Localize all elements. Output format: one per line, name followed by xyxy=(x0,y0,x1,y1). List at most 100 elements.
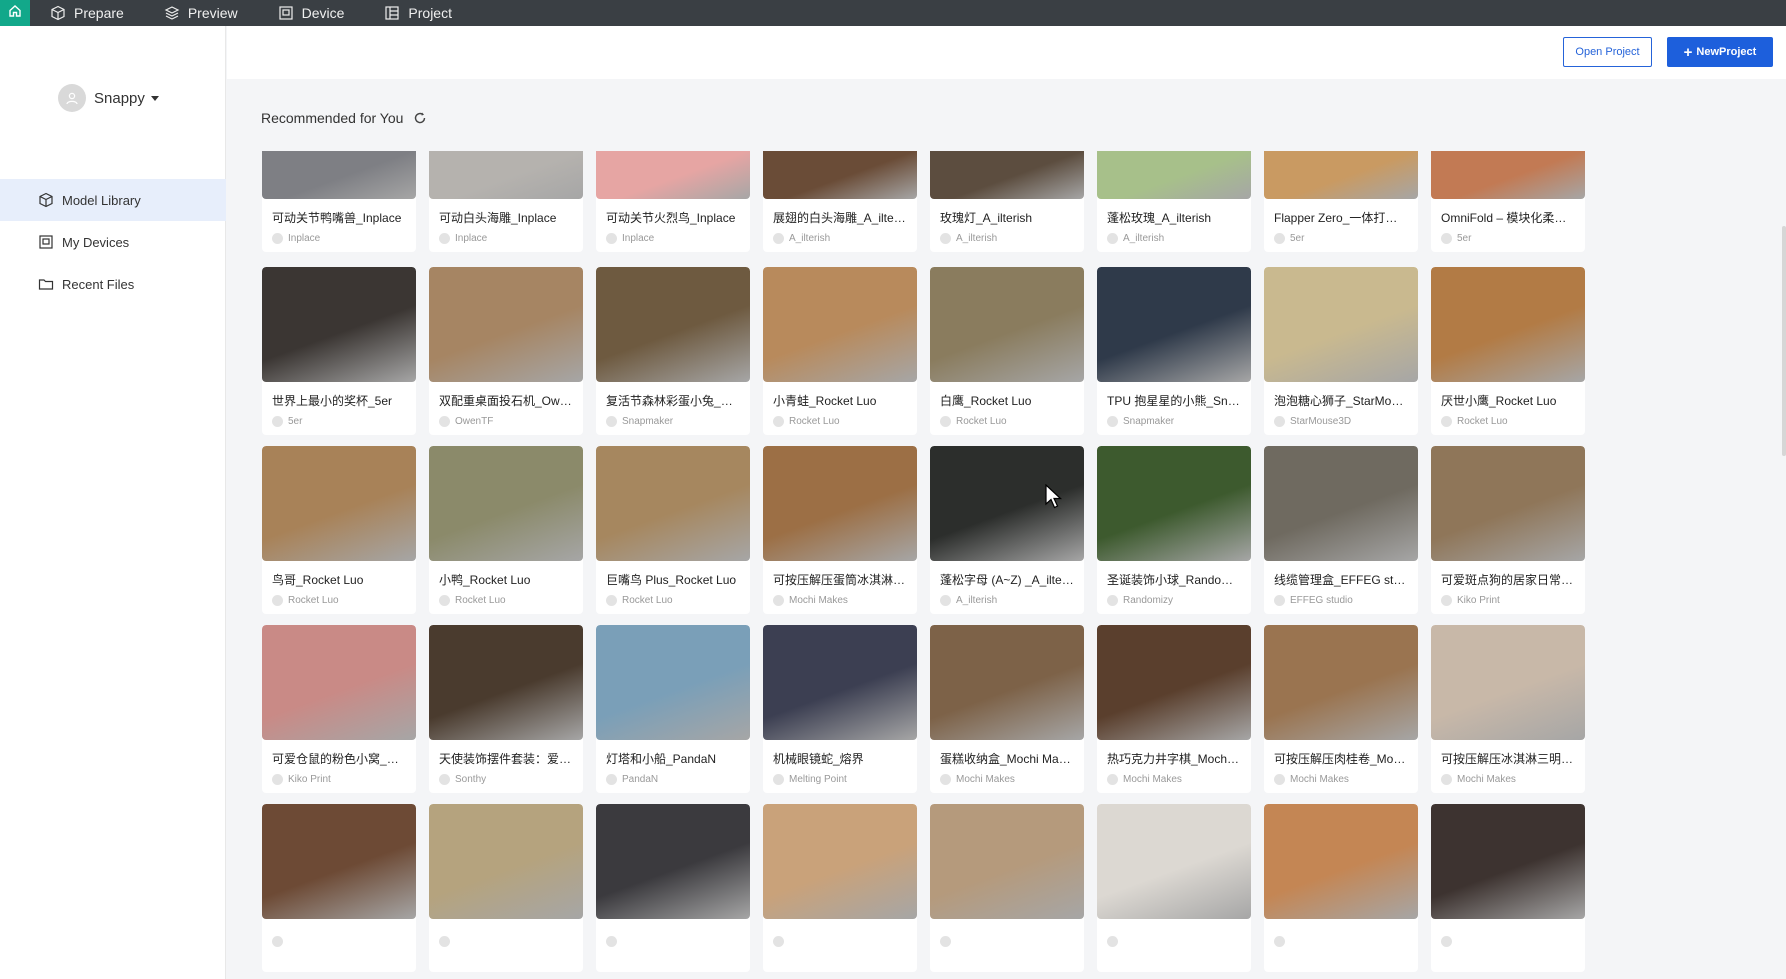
model-card[interactable]: TPU 抱星星的小熊_Snap... Snapmaker xyxy=(1097,267,1251,435)
nav-project[interactable]: Project xyxy=(364,0,472,26)
model-thumbnail[interactable] xyxy=(1097,625,1251,740)
model-card[interactable] xyxy=(930,804,1084,972)
model-thumbnail[interactable] xyxy=(429,625,583,740)
model-card[interactable]: 可按压解压蛋筒冰淇淋_M... Mochi Makes xyxy=(763,446,917,614)
model-thumbnail[interactable] xyxy=(1431,625,1585,740)
author-name: Mochi Makes xyxy=(1123,774,1182,785)
model-thumbnail[interactable] xyxy=(262,151,416,199)
model-thumbnail[interactable] xyxy=(763,151,917,199)
model-thumbnail[interactable] xyxy=(262,267,416,382)
model-card[interactable]: 天使装饰摆件套装：爱心... Sonthy xyxy=(429,625,583,793)
sidebar-item-model-library[interactable]: Model Library xyxy=(0,179,226,221)
model-card[interactable] xyxy=(1264,804,1418,972)
model-card[interactable]: 巨嘴鸟 Plus_Rocket Luo Rocket Luo xyxy=(596,446,750,614)
sidebar-item-recent-files[interactable]: Recent Files xyxy=(0,263,226,305)
model-thumbnail[interactable] xyxy=(596,804,750,919)
model-card[interactable] xyxy=(429,804,583,972)
model-card[interactable]: 蓬松玫瑰_A_ilterish A_ilterish xyxy=(1097,151,1251,252)
model-thumbnail[interactable] xyxy=(1431,804,1585,919)
model-card[interactable]: 可动白头海雕_Inplace Inplace xyxy=(429,151,583,252)
model-thumbnail[interactable] xyxy=(930,151,1084,199)
model-card[interactable]: 机械眼镜蛇_熔界 Melting Point xyxy=(763,625,917,793)
model-thumbnail[interactable] xyxy=(596,625,750,740)
scrollbar[interactable] xyxy=(1782,226,1786,456)
model-card[interactable]: 泡泡糖心狮子_StarMouse... StarMouse3D xyxy=(1264,267,1418,435)
open-project-button[interactable]: Open Project xyxy=(1563,37,1652,67)
model-card[interactable]: 灯塔和小船_PandaN PandaN xyxy=(596,625,750,793)
model-thumbnail[interactable] xyxy=(1097,446,1251,561)
model-card[interactable]: 可按压解压肉桂卷_Mochi... Mochi Makes xyxy=(1264,625,1418,793)
model-thumbnail[interactable] xyxy=(429,804,583,919)
model-card[interactable]: 世界上最小的奖杯_5er 5er xyxy=(262,267,416,435)
model-thumbnail[interactable] xyxy=(596,446,750,561)
home-button[interactable] xyxy=(0,0,30,26)
model-card[interactable] xyxy=(1431,804,1585,972)
model-thumbnail[interactable] xyxy=(1097,804,1251,919)
model-card[interactable]: 复活节森林彩蛋小兔_Sna... Snapmaker xyxy=(596,267,750,435)
model-card[interactable]: 蛋糕收纳盒_Mochi Makes Mochi Makes xyxy=(930,625,1084,793)
author-avatar-icon xyxy=(439,595,450,606)
model-thumbnail[interactable] xyxy=(1431,151,1585,199)
model-thumbnail[interactable] xyxy=(429,267,583,382)
model-thumbnail[interactable] xyxy=(1264,804,1418,919)
author-avatar-icon xyxy=(940,936,951,947)
model-thumbnail[interactable] xyxy=(262,446,416,561)
device-icon xyxy=(278,5,294,21)
model-card[interactable] xyxy=(1097,804,1251,972)
model-thumbnail[interactable] xyxy=(1264,625,1418,740)
model-card[interactable]: 双配重桌面投石机_OwenTF OwenTF xyxy=(429,267,583,435)
model-title: 线缆管理盒_EFFEG studio xyxy=(1274,573,1408,587)
model-card[interactable]: 可爱斑点狗的居家日常_Ki... Kiko Print xyxy=(1431,446,1585,614)
model-card[interactable]: 展翅的白头海雕_A_ilterish A_ilterish xyxy=(763,151,917,252)
model-thumbnail[interactable] xyxy=(429,151,583,199)
model-thumbnail[interactable] xyxy=(262,804,416,919)
model-card[interactable]: 可动关节火烈鸟_Inplace Inplace xyxy=(596,151,750,252)
new-project-button[interactable]: + NewProject xyxy=(1667,37,1773,67)
model-thumbnail[interactable] xyxy=(1097,267,1251,382)
model-card[interactable]: 白鹰_Rocket Luo Rocket Luo xyxy=(930,267,1084,435)
model-thumbnail[interactable] xyxy=(262,625,416,740)
model-thumbnail[interactable] xyxy=(596,151,750,199)
author-avatar-icon xyxy=(272,595,283,606)
model-thumbnail[interactable] xyxy=(763,804,917,919)
model-card[interactable] xyxy=(596,804,750,972)
nav-preview[interactable]: Preview xyxy=(144,0,258,26)
model-thumbnail[interactable] xyxy=(1264,267,1418,382)
model-card[interactable]: 线缆管理盒_EFFEG studio EFFEG studio xyxy=(1264,446,1418,614)
model-thumbnail[interactable] xyxy=(1264,446,1418,561)
model-thumbnail[interactable] xyxy=(1431,267,1585,382)
model-card[interactable]: 玫瑰灯_A_ilterish A_ilterish xyxy=(930,151,1084,252)
sidebar-item-my-devices[interactable]: My Devices xyxy=(0,221,226,263)
model-thumbnail[interactable] xyxy=(763,446,917,561)
model-thumbnail[interactable] xyxy=(1097,151,1251,199)
nav-device[interactable]: Device xyxy=(258,0,365,26)
model-card[interactable]: OmniFold – 模块化柔性几... 5er xyxy=(1431,151,1585,252)
model-thumbnail[interactable] xyxy=(930,267,1084,382)
model-card[interactable]: Flapper Zero_一体打印折... 5er xyxy=(1264,151,1418,252)
model-card[interactable]: 小青蛙_Rocket Luo Rocket Luo xyxy=(763,267,917,435)
model-card[interactable]: 可爱仓鼠的粉色小窝_Kik... Kiko Print xyxy=(262,625,416,793)
model-card[interactable] xyxy=(262,804,416,972)
model-card[interactable]: 可按压解压冰淇淋三明治... Mochi Makes xyxy=(1431,625,1585,793)
refresh-icon[interactable] xyxy=(413,111,427,125)
model-card[interactable]: 鸟哥_Rocket Luo Rocket Luo xyxy=(262,446,416,614)
model-thumbnail[interactable] xyxy=(1264,151,1418,199)
user-menu[interactable]: Snappy xyxy=(58,84,159,112)
model-thumbnail[interactable] xyxy=(1431,446,1585,561)
model-card[interactable]: 厌世小鹰_Rocket Luo Rocket Luo xyxy=(1431,267,1585,435)
model-thumbnail[interactable] xyxy=(763,267,917,382)
model-thumbnail[interactable] xyxy=(930,625,1084,740)
model-card[interactable]: 可动关节鸭嘴兽_Inplace Inplace xyxy=(262,151,416,252)
model-thumbnail[interactable] xyxy=(429,446,583,561)
model-thumbnail[interactable] xyxy=(763,625,917,740)
model-card[interactable]: 圣诞装饰小球_Randomizy Randomizy xyxy=(1097,446,1251,614)
model-card[interactable]: 蓬松字母 (A~Z) _A_ilter... A_ilterish xyxy=(930,446,1084,614)
nav-prepare[interactable]: Prepare xyxy=(30,0,144,26)
model-card[interactable]: 热巧克力井字棋_Mochi M... Mochi Makes xyxy=(1097,625,1251,793)
model-thumbnail[interactable] xyxy=(930,804,1084,919)
model-title: 天使装饰摆件套装：爱心... xyxy=(439,752,573,766)
model-card[interactable]: 小鸭_Rocket Luo Rocket Luo xyxy=(429,446,583,614)
author-name: OwenTF xyxy=(455,416,494,427)
model-card[interactable] xyxy=(763,804,917,972)
model-thumbnail[interactable] xyxy=(596,267,750,382)
